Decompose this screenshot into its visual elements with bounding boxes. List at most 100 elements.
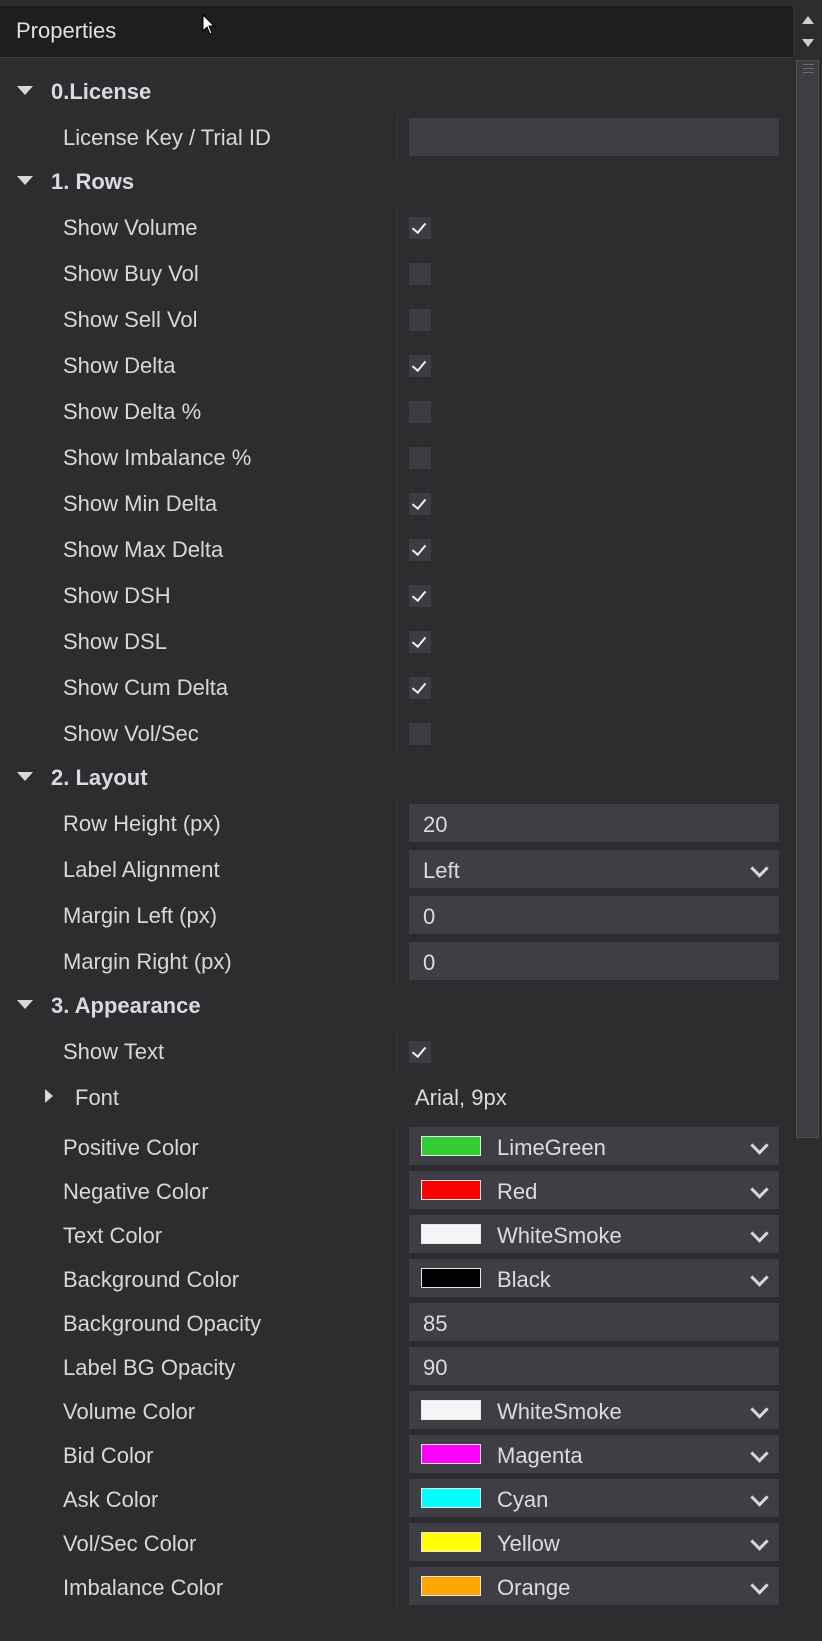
- chevron-down-icon[interactable]: [750, 1444, 769, 1463]
- positive-color-select[interactable]: LimeGreen: [409, 1127, 779, 1165]
- property-row-toggle: Show Max Delta: [0, 526, 793, 572]
- chevron-down-icon[interactable]: [750, 1488, 769, 1507]
- column-divider[interactable]: [397, 480, 398, 526]
- column-divider[interactable]: [397, 1476, 398, 1520]
- property-checkbox[interactable]: [409, 677, 431, 699]
- scroll-down-icon[interactable]: [802, 39, 814, 47]
- property-checkbox[interactable]: [409, 355, 431, 377]
- property-label: License Key / Trial ID: [63, 125, 271, 150]
- column-divider[interactable]: [397, 526, 398, 572]
- property-checkbox[interactable]: [409, 723, 431, 745]
- property-grid: 0.License License Key / Trial ID 1. Rows…: [0, 70, 793, 1608]
- column-divider[interactable]: [397, 296, 398, 342]
- column-divider[interactable]: [397, 1520, 398, 1564]
- property-positive-color: Positive Color LimeGreen: [0, 1124, 793, 1168]
- scroll-up-icon[interactable]: [802, 16, 814, 24]
- chevron-down-icon[interactable]: [750, 1400, 769, 1419]
- column-divider[interactable]: [397, 1168, 398, 1212]
- column-divider[interactable]: [397, 938, 398, 984]
- column-divider[interactable]: [397, 114, 398, 160]
- column-divider[interactable]: [397, 1388, 398, 1432]
- text-color-value: WhiteSmoke: [497, 1223, 622, 1248]
- column-divider[interactable]: [397, 388, 398, 434]
- column-divider[interactable]: [397, 1028, 398, 1074]
- column-divider[interactable]: [397, 572, 398, 618]
- show-text-checkbox[interactable]: [409, 1041, 431, 1063]
- property-bid-color: Bid Color Magenta: [0, 1432, 793, 1476]
- scrollbar-grip: [803, 64, 814, 65]
- property-checkbox[interactable]: [409, 309, 431, 331]
- column-divider[interactable]: [397, 434, 398, 480]
- color-swatch: [421, 1532, 481, 1552]
- column-divider[interactable]: [397, 1212, 398, 1256]
- panel-title: Properties: [16, 18, 117, 43]
- column-divider[interactable]: [397, 618, 398, 664]
- check-icon: [411, 632, 427, 649]
- margin-left-input[interactable]: 0: [409, 896, 779, 934]
- property-row-toggle: Show Buy Vol: [0, 250, 793, 296]
- color-swatch: [421, 1444, 481, 1464]
- margin-right-input[interactable]: 0: [409, 942, 779, 980]
- property-label: Show Min Delta: [63, 491, 218, 516]
- chevron-down-icon[interactable]: [750, 1268, 769, 1287]
- chevron-down-icon[interactable]: [750, 1224, 769, 1243]
- scrollbar-thumb[interactable]: [796, 60, 819, 1138]
- chevron-down-icon[interactable]: [750, 859, 769, 878]
- license-key-input[interactable]: [409, 118, 779, 156]
- font-value[interactable]: Arial, 9px: [415, 1085, 507, 1111]
- property-row-toggle: Show Volume: [0, 204, 793, 250]
- property-checkbox[interactable]: [409, 631, 431, 653]
- background-color-select[interactable]: Black: [409, 1259, 779, 1297]
- property-checkbox[interactable]: [409, 401, 431, 423]
- column-divider[interactable]: [397, 892, 398, 938]
- caret-right-icon[interactable]: [45, 1089, 53, 1103]
- imbalance-color-select[interactable]: Orange: [409, 1567, 779, 1605]
- column-divider[interactable]: [397, 1124, 398, 1168]
- chevron-down-icon[interactable]: [750, 1532, 769, 1551]
- check-icon: [411, 586, 427, 603]
- column-divider[interactable]: [397, 1564, 398, 1608]
- column-divider[interactable]: [397, 1256, 398, 1300]
- background-opacity-input[interactable]: 85: [409, 1303, 779, 1341]
- column-divider[interactable]: [397, 204, 398, 250]
- column-divider[interactable]: [397, 342, 398, 388]
- volume-color-select[interactable]: WhiteSmoke: [409, 1391, 779, 1429]
- caret-down-icon[interactable]: [17, 176, 33, 185]
- bid-color-select[interactable]: Magenta: [409, 1435, 779, 1473]
- property-checkbox[interactable]: [409, 217, 431, 239]
- property-label: Show DSL: [63, 629, 167, 654]
- chevron-down-icon[interactable]: [750, 1180, 769, 1199]
- column-divider[interactable]: [397, 846, 398, 892]
- chevron-down-icon[interactable]: [750, 1136, 769, 1155]
- column-divider[interactable]: [397, 1344, 398, 1388]
- column-divider[interactable]: [397, 250, 398, 296]
- property-checkbox[interactable]: [409, 447, 431, 469]
- property-checkbox[interactable]: [409, 263, 431, 285]
- property-label: Show Cum Delta: [63, 675, 229, 700]
- negative-color-select[interactable]: Red: [409, 1171, 779, 1209]
- property-checkbox[interactable]: [409, 493, 431, 515]
- label-bg-opacity-input[interactable]: 90: [409, 1347, 779, 1385]
- caret-down-icon[interactable]: [17, 86, 33, 95]
- vol-sec-color-select[interactable]: Yellow: [409, 1523, 779, 1561]
- label-alignment-select[interactable]: Left: [409, 850, 779, 888]
- color-swatch: [421, 1180, 481, 1200]
- row-height-input[interactable]: 20: [409, 804, 779, 842]
- column-divider[interactable]: [397, 1300, 398, 1344]
- category-rows[interactable]: 1. Rows: [0, 160, 793, 204]
- text-color-select[interactable]: WhiteSmoke: [409, 1215, 779, 1253]
- column-divider[interactable]: [397, 710, 398, 756]
- vertical-scrollbar[interactable]: [793, 58, 822, 1641]
- chevron-down-icon[interactable]: [750, 1576, 769, 1595]
- category-layout[interactable]: 2. Layout: [0, 756, 793, 800]
- column-divider[interactable]: [397, 1432, 398, 1476]
- column-divider[interactable]: [397, 800, 398, 846]
- caret-down-icon[interactable]: [17, 1000, 33, 1009]
- ask-color-select[interactable]: Cyan: [409, 1479, 779, 1517]
- category-license[interactable]: 0.License: [0, 70, 793, 114]
- property-checkbox[interactable]: [409, 585, 431, 607]
- column-divider[interactable]: [397, 664, 398, 710]
- category-appearance[interactable]: 3. Appearance: [0, 984, 793, 1028]
- property-checkbox[interactable]: [409, 539, 431, 561]
- caret-down-icon[interactable]: [17, 772, 33, 781]
